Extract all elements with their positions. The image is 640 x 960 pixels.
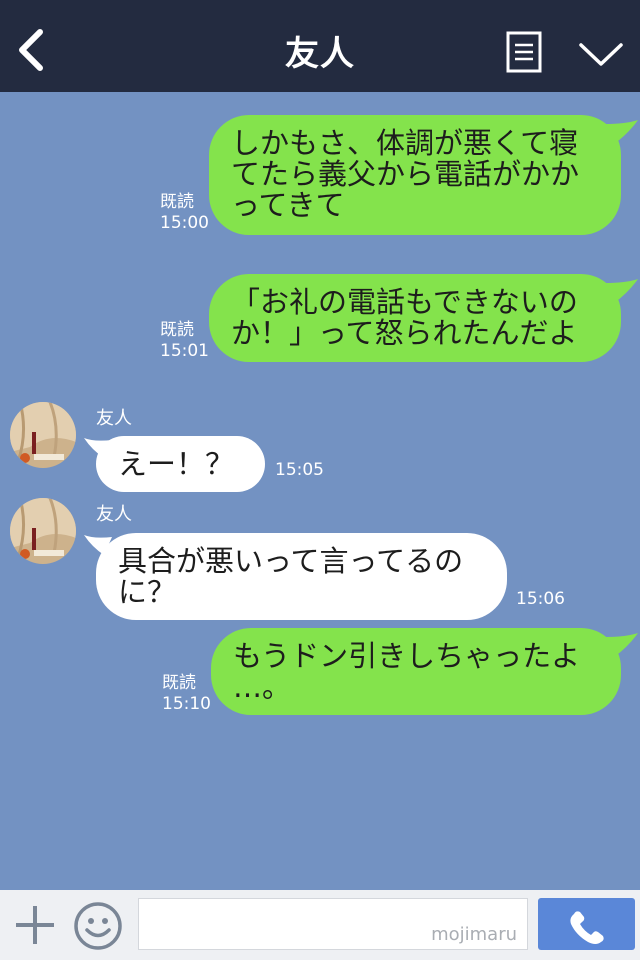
chevron-down-icon[interactable] — [578, 40, 624, 68]
message-time: 15:01 — [160, 341, 209, 361]
message-line: しかもさ、体調が悪くて寝 — [231, 126, 579, 160]
message-line: に？ — [118, 575, 177, 609]
friend-avatar[interactable] — [10, 402, 76, 468]
message-line: てたら義父から電話がかか — [231, 157, 580, 191]
message-time: 15:10 — [162, 694, 211, 714]
smiley-icon[interactable] — [72, 900, 124, 952]
avatar-image — [10, 402, 76, 468]
message-bubble-sent: 「お礼の電話もできないの か！」って怒られたんだよ — [209, 274, 621, 362]
message-line: ってきて — [231, 188, 345, 222]
message-line: 具合が悪いって言ってるの — [118, 544, 464, 578]
read-receipt: 既読 — [162, 673, 196, 693]
message-input[interactable]: mojimaru — [138, 898, 528, 950]
friend-avatar[interactable] — [10, 498, 76, 564]
chat-header: 友人 — [0, 0, 640, 92]
sender-name: 友人 — [96, 504, 132, 525]
read-receipt: 既読 — [160, 192, 194, 212]
chat-title: 友人 — [285, 34, 355, 74]
message-meta: 既読 15:01 — [160, 320, 209, 362]
message-bubble-received: 具合が悪いって言ってるの に？ — [96, 533, 507, 620]
message-bubble-sent: もうドン引きしちゃったよ …。 — [211, 628, 621, 715]
message-time: 15:00 — [160, 213, 209, 233]
plus-icon[interactable] — [14, 904, 56, 946]
input-bar: mojimaru — [0, 890, 640, 960]
read-receipt: 既読 — [160, 320, 194, 340]
message-line: …。 — [233, 670, 292, 704]
message-meta: 既読 15:00 — [160, 192, 209, 234]
memo-icon[interactable] — [506, 31, 542, 73]
message-line: もうドン引きしちゃったよ — [233, 639, 581, 673]
message-time: 15:06 — [516, 589, 565, 609]
message-line: 「お礼の電話もできないの — [231, 285, 578, 319]
call-button[interactable] — [538, 898, 635, 950]
message-bubble-received: えー！？ — [96, 436, 265, 492]
watermark-text: mojimaru — [431, 924, 517, 945]
avatar-image — [10, 498, 76, 564]
message-meta: 既読 15:10 — [162, 673, 211, 715]
phone-icon — [570, 911, 604, 944]
message-bubble-sent: しかもさ、体調が悪くて寝 てたら義父から電話がかか ってきて — [209, 115, 621, 235]
sender-name: 友人 — [96, 408, 132, 429]
message-line: か！」って怒られたんだよ — [231, 316, 578, 350]
message-line: えー！？ — [118, 447, 235, 481]
message-time: 15:05 — [275, 460, 324, 480]
